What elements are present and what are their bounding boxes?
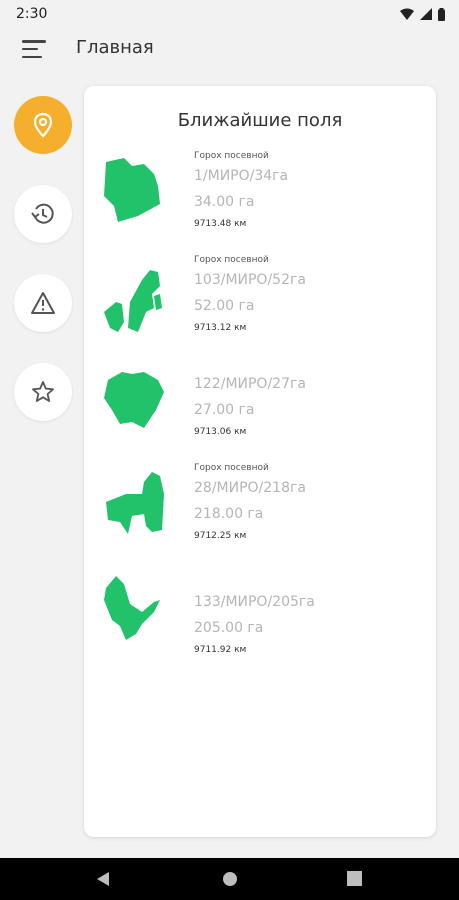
nearby-fields-button[interactable]: [14, 96, 72, 154]
side-rail: [14, 96, 72, 452]
field-shape-icon: [104, 270, 162, 332]
field-distance: 9713.48 км: [194, 219, 247, 229]
status-time: 2:30: [16, 6, 48, 22]
field-name: 103/МИРО/52га: [194, 272, 306, 288]
field-list-item[interactable]: Горох посевной 1/МИРО/34га 34.00 га 9713…: [84, 148, 436, 248]
field-shape-icon: [104, 372, 164, 428]
signal-icon: [420, 8, 432, 20]
field-shape-icon: [106, 472, 164, 534]
nearby-fields-card: Ближайшие поля Горох посевной 1/МИРО/34г…: [84, 86, 436, 837]
menu-icon[interactable]: [22, 40, 46, 58]
field-name: 28/МИРО/218га: [194, 480, 306, 496]
field-crop: Горох посевной: [194, 255, 269, 265]
status-icons: [400, 7, 445, 21]
card-title: Ближайшие поля: [177, 110, 343, 131]
app-bar: Главная: [0, 28, 459, 68]
field-area: 27.00 га: [194, 402, 255, 418]
field-distance: 9713.06 км: [194, 427, 247, 437]
recents-icon[interactable]: [347, 871, 362, 886]
warning-icon: [31, 292, 55, 314]
field-list-item[interactable]: Горох посевной 103/МИРО/52га 52.00 га 97…: [84, 252, 436, 352]
location-pin-icon: [33, 112, 53, 138]
field-name: 133/МИРО/205га: [194, 594, 315, 610]
home-icon[interactable]: [222, 871, 238, 887]
field-crop: Горох посевной: [194, 463, 269, 473]
favorites-button[interactable]: [14, 363, 72, 421]
field-distance: 9712.25 км: [194, 531, 247, 541]
battery-icon: [438, 7, 445, 21]
field-list-item[interactable]: Горох посевной 28/МИРО/218га 218.00 га 9…: [84, 460, 436, 560]
field-name: 122/МИРО/27га: [194, 376, 306, 392]
field-shape-icon: [104, 576, 160, 640]
field-list-item[interactable]: 133/МИРО/205га 205.00 га 9711.92 км: [84, 564, 436, 664]
wifi-icon: [400, 8, 414, 20]
page-title: Главная: [76, 37, 154, 58]
field-name: 1/МИРО/34га: [194, 168, 289, 184]
field-area: 34.00 га: [194, 194, 255, 210]
history-button[interactable]: [14, 185, 72, 243]
field-distance: 9711.92 км: [194, 645, 247, 655]
star-icon: [32, 381, 54, 402]
system-nav-bar: [0, 858, 459, 900]
field-area: 205.00 га: [194, 620, 264, 636]
field-area: 52.00 га: [194, 298, 255, 314]
field-area: 218.00 га: [194, 506, 264, 522]
history-icon: [31, 203, 54, 224]
back-icon[interactable]: [95, 871, 111, 887]
field-list-item[interactable]: 122/МИРО/27га 27.00 га 9713.06 км: [84, 356, 436, 456]
field-distance: 9713.12 км: [194, 323, 247, 333]
field-shape-icon: [104, 158, 160, 222]
status-bar: 2:30: [0, 0, 459, 28]
alerts-button[interactable]: [14, 274, 72, 332]
field-crop: Горох посевной: [194, 151, 269, 161]
